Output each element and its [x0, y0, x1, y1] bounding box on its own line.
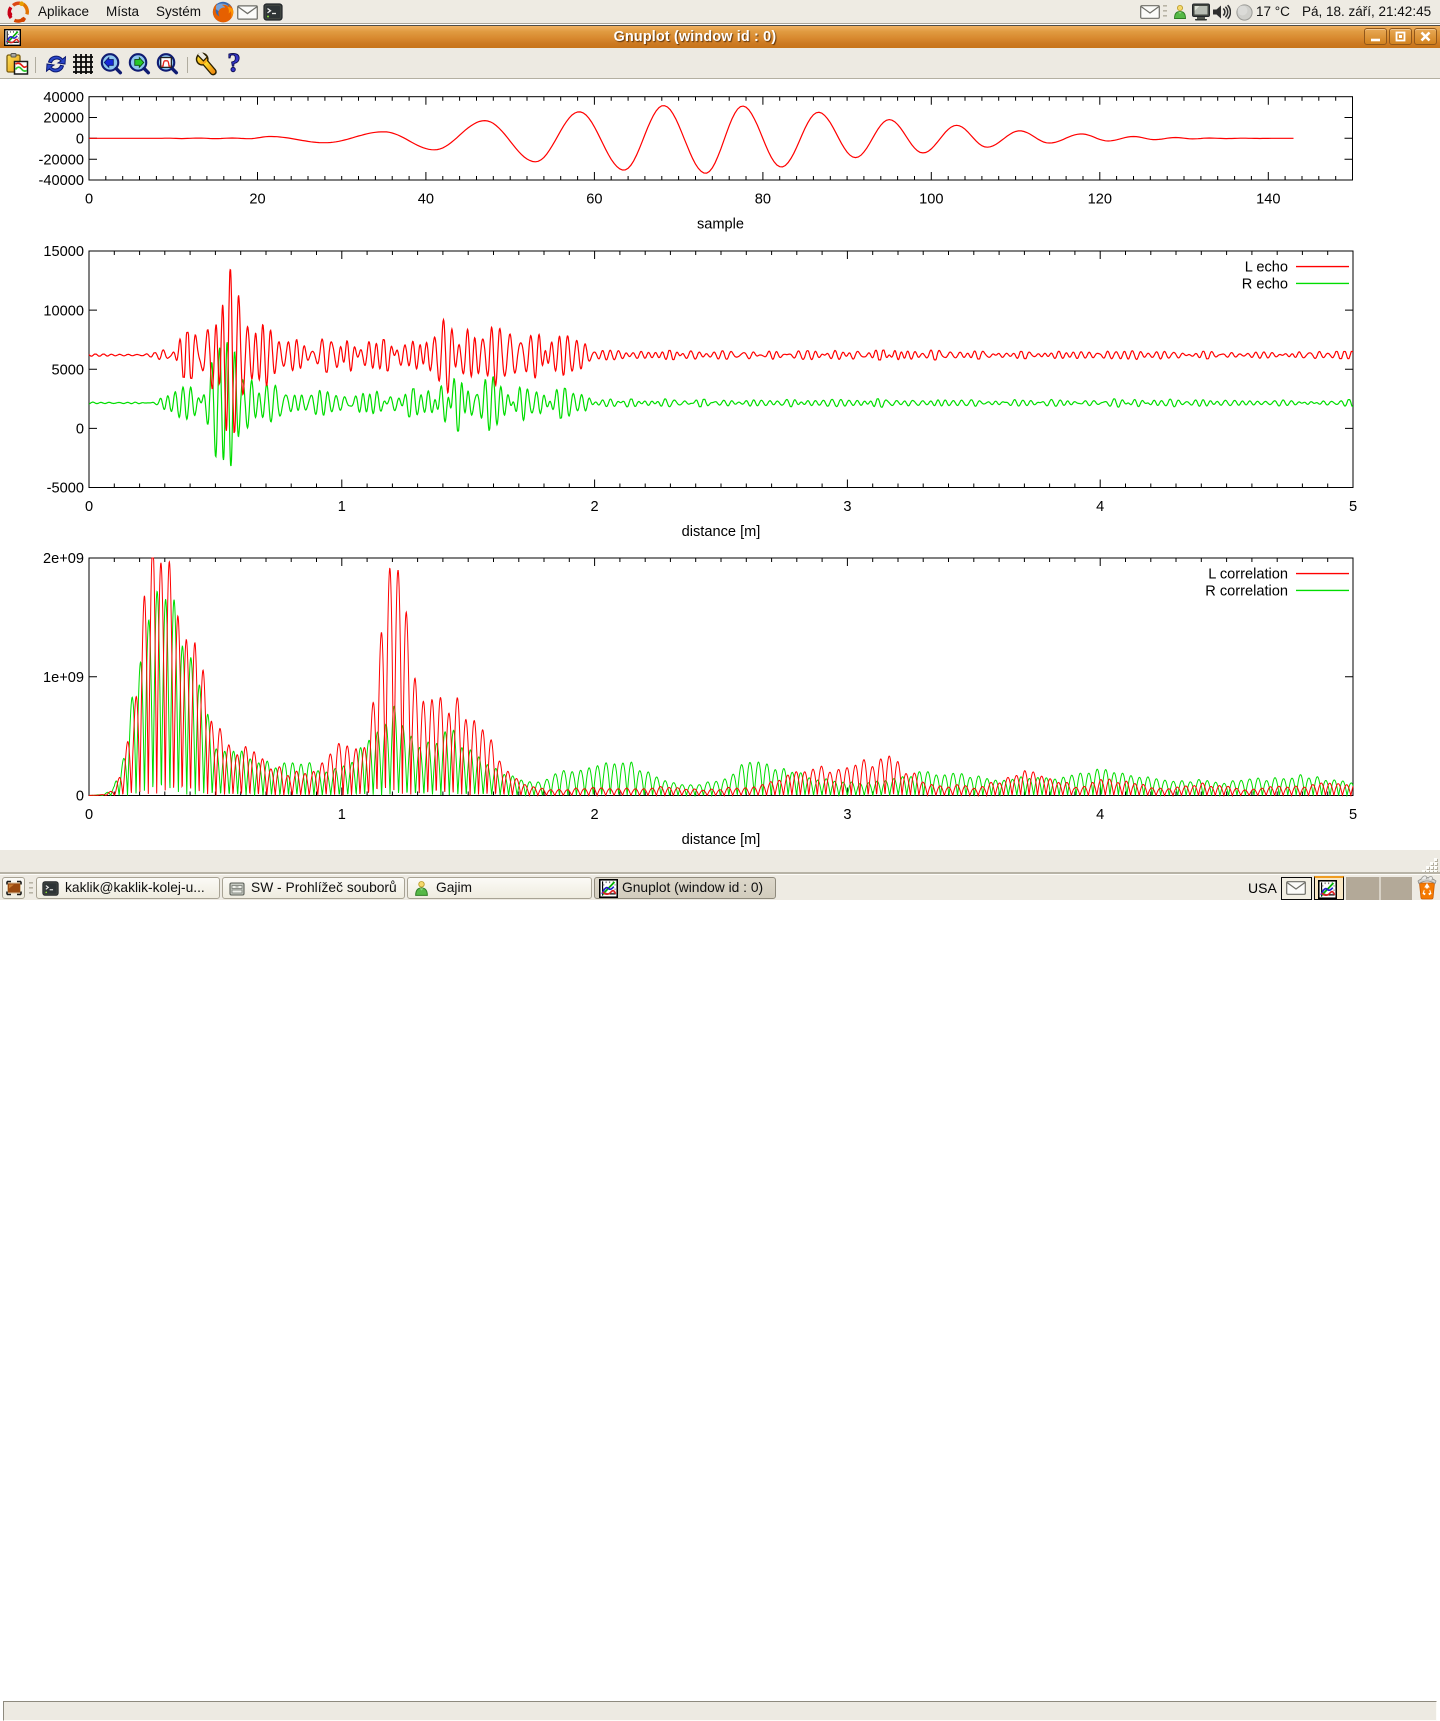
- svg-text:5: 5: [1349, 807, 1357, 823]
- svg-text:1e+09: 1e+09: [43, 670, 84, 686]
- svg-text:L correlation: L correlation: [1208, 567, 1288, 583]
- svg-text:?: ?: [227, 50, 241, 76]
- svg-text:0: 0: [85, 191, 93, 207]
- svg-text:60: 60: [586, 191, 602, 207]
- svg-text:0: 0: [76, 132, 84, 148]
- svg-text:distance [m]: distance [m]: [682, 524, 761, 540]
- svg-text:3: 3: [843, 499, 851, 515]
- svg-text:0: 0: [76, 422, 84, 438]
- svg-text:140: 140: [1256, 191, 1280, 207]
- svg-text:-20000: -20000: [39, 152, 84, 168]
- svg-text:5000: 5000: [52, 362, 84, 378]
- svg-text:20: 20: [249, 191, 265, 207]
- svg-text:2e+09: 2e+09: [43, 551, 84, 567]
- svg-text:80: 80: [755, 191, 771, 207]
- svg-text:40: 40: [418, 191, 434, 207]
- svg-text:0: 0: [85, 499, 93, 515]
- svg-text:2: 2: [591, 807, 599, 823]
- svg-text:40000: 40000: [43, 90, 84, 106]
- svg-text:15000: 15000: [43, 244, 84, 260]
- svg-text:4: 4: [1096, 807, 1104, 823]
- svg-text:2: 2: [591, 499, 599, 515]
- svg-text:0: 0: [85, 807, 93, 823]
- svg-text:R correlation: R correlation: [1205, 584, 1288, 600]
- svg-text:1: 1: [338, 807, 346, 823]
- svg-text:120: 120: [1088, 191, 1112, 207]
- svg-text:1: 1: [338, 499, 346, 515]
- svg-text:0: 0: [76, 789, 84, 805]
- svg-text:20000: 20000: [43, 111, 84, 127]
- svg-text:5: 5: [1349, 499, 1357, 515]
- svg-text:4: 4: [1096, 499, 1104, 515]
- svg-text:R echo: R echo: [1242, 277, 1288, 293]
- svg-text:-40000: -40000: [39, 173, 84, 189]
- svg-text:-5000: -5000: [47, 481, 84, 497]
- svg-text:100: 100: [919, 191, 943, 207]
- svg-text:distance [m]: distance [m]: [682, 832, 761, 848]
- svg-text:10000: 10000: [43, 303, 84, 319]
- svg-text:L echo: L echo: [1245, 260, 1288, 276]
- svg-text:sample: sample: [697, 216, 744, 232]
- svg-text:3: 3: [843, 807, 851, 823]
